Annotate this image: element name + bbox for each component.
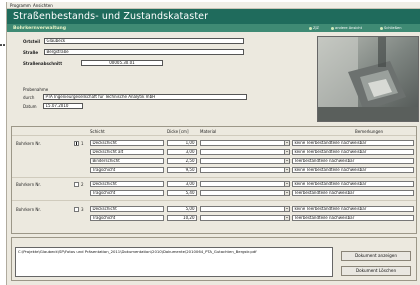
material-select[interactable]: [200, 158, 290, 164]
dicke-field[interactable]: 5,40: [167, 190, 197, 196]
strassenabschnitt-label: Straßenabschnitt: [23, 61, 63, 66]
probenahme-label: Probenahme: [23, 87, 49, 92]
chevron-down-icon[interactable]: [284, 182, 289, 186]
material-select[interactable]: [200, 215, 290, 221]
col-header-bemerkungen: Bemerkungen: [355, 129, 384, 134]
radio-icon: [331, 26, 334, 30]
bemerkung-field[interactable]: keine Teerbestandteile nachweisbar: [292, 149, 414, 155]
strasse-field[interactable]: Bergstraße: [44, 49, 244, 55]
schicht-field[interactable]: Deckschicht: [90, 206, 164, 212]
photo-image: [318, 37, 418, 121]
chevron-down-icon[interactable]: [284, 150, 289, 154]
dicke-field[interactable]: 2,50: [167, 158, 197, 164]
chevron-down-icon[interactable]: [284, 141, 289, 145]
material-select[interactable]: [200, 206, 290, 212]
document-path-field[interactable]: C:\Projekte\Glaubeck\SP\Fotos und Präsen…: [15, 247, 333, 277]
option-andere-ansicht[interactable]: andere Ansicht: [331, 26, 362, 30]
bohrkern-checkbox[interactable]: [74, 141, 79, 146]
bemerkung-field[interactable]: keine Teerbestandteile nachweisbar: [292, 167, 414, 173]
menu-item-programm[interactable]: Programm: [10, 3, 31, 8]
chevron-down-icon[interactable]: [284, 207, 289, 211]
strasse-label: Straße: [23, 50, 39, 55]
section-title: Bohrkernverwaltung: [13, 25, 67, 31]
schicht-field[interactable]: Tragschicht: [90, 215, 164, 221]
delete-document-button[interactable]: Dokument Löschen: [341, 266, 411, 276]
option-schliessen[interactable]: Schließen: [380, 26, 402, 30]
header-divider: [12, 135, 416, 136]
ortsteil-label: Ortsteil: [23, 39, 41, 44]
group-divider: [12, 200, 416, 201]
app-title-bar: Straßenbestands- und Zustandskataster: [7, 9, 420, 24]
menu-item-ansichten[interactable]: Ansichten: [33, 3, 53, 8]
material-select[interactable]: [200, 140, 290, 146]
ortsteil-field[interactable]: Glaubeck: [44, 38, 244, 44]
datum-field[interactable]: 15.07.2010: [43, 103, 83, 109]
bohrkern-number: 2: [81, 182, 84, 187]
durch-field[interactable]: PTA Ingenieurgesellschaft für Technische…: [43, 94, 247, 100]
bemerkung-field[interactable]: keine Teerbestandteile nachweisbar: [292, 140, 414, 146]
durch-label: durch: [23, 95, 35, 100]
bemerkung-field[interactable]: Teerbestandteile nachweisbar: [292, 215, 414, 221]
bohrkern-table: Schicht Dicke [cm] Material Bemerkungen …: [11, 126, 417, 234]
section-bar: Bohrkernverwaltung ZJZ andere Ansicht Sc…: [7, 24, 420, 32]
schicht-field[interactable]: Binderschicht: [90, 158, 164, 164]
material-select[interactable]: [200, 149, 290, 155]
col-header-dicke: Dicke [cm]: [167, 129, 189, 134]
material-select[interactable]: [200, 190, 290, 196]
col-header-material: Material: [200, 129, 217, 134]
dicke-field[interactable]: 3,00: [167, 181, 197, 187]
bohrkern-label: Bohrkern Nr.: [16, 207, 41, 212]
group-divider: [12, 177, 416, 178]
radio-icon: [309, 26, 312, 30]
chevron-down-icon[interactable]: [284, 168, 289, 172]
dicke-field[interactable]: 9,50: [167, 167, 197, 173]
app-window: Programm Ansichten Straßenbestands- und …: [6, 2, 420, 285]
radio-icon: [380, 26, 383, 30]
bohrkern-checkbox[interactable]: [74, 207, 79, 212]
bohrkern-checkbox[interactable]: [74, 182, 79, 187]
bohrkern-number: 3: [81, 207, 84, 212]
app-title: Straßenbestands- und Zustandskataster: [13, 11, 209, 22]
bemerkung-field[interactable]: Teerbestandteile nachweisbar: [292, 158, 414, 164]
chevron-down-icon[interactable]: [284, 216, 289, 220]
dicke-field[interactable]: 10,20: [167, 215, 197, 221]
bohrkern-photo: [317, 36, 419, 122]
show-document-button[interactable]: Dokument anzeigen: [341, 251, 411, 261]
chevron-down-icon[interactable]: [284, 159, 289, 163]
dicke-field[interactable]: 3,00: [167, 149, 197, 155]
schicht-field[interactable]: Deckschicht alt: [90, 149, 164, 155]
bemerkung-field[interactable]: keine Teerbestandteile nachweisbar: [292, 181, 414, 187]
col-header-schicht: Schicht: [90, 129, 105, 134]
bohrkern-label: Bohrkern Nr.: [16, 182, 41, 187]
datum-label: Datum: [23, 104, 37, 109]
dicke-field[interactable]: 5,00: [167, 206, 197, 212]
bemerkung-field[interactable]: keine Teerbestandteile nachweisbar: [292, 206, 414, 212]
schicht-field[interactable]: Tragschicht: [90, 167, 164, 173]
chevron-down-icon[interactable]: [284, 191, 289, 195]
schicht-field[interactable]: Tragschicht: [90, 190, 164, 196]
schicht-field[interactable]: Deckschicht: [90, 181, 164, 187]
material-select[interactable]: [200, 167, 290, 173]
material-select[interactable]: [200, 181, 290, 187]
schicht-field[interactable]: Deckschicht: [90, 140, 164, 146]
dicke-field[interactable]: 1,00: [167, 140, 197, 146]
strassenabschnitt-field[interactable]: 00005.30.01: [81, 60, 163, 66]
bohrkern-label: Bohrkern Nr.: [16, 141, 41, 146]
option-zjz[interactable]: ZJZ: [309, 26, 319, 30]
menu-bar: Programm Ansichten: [7, 2, 420, 9]
bohrkern-number: 1: [81, 141, 84, 146]
bemerkung-field[interactable]: Teerbestandteile nachweisbar: [292, 190, 414, 196]
